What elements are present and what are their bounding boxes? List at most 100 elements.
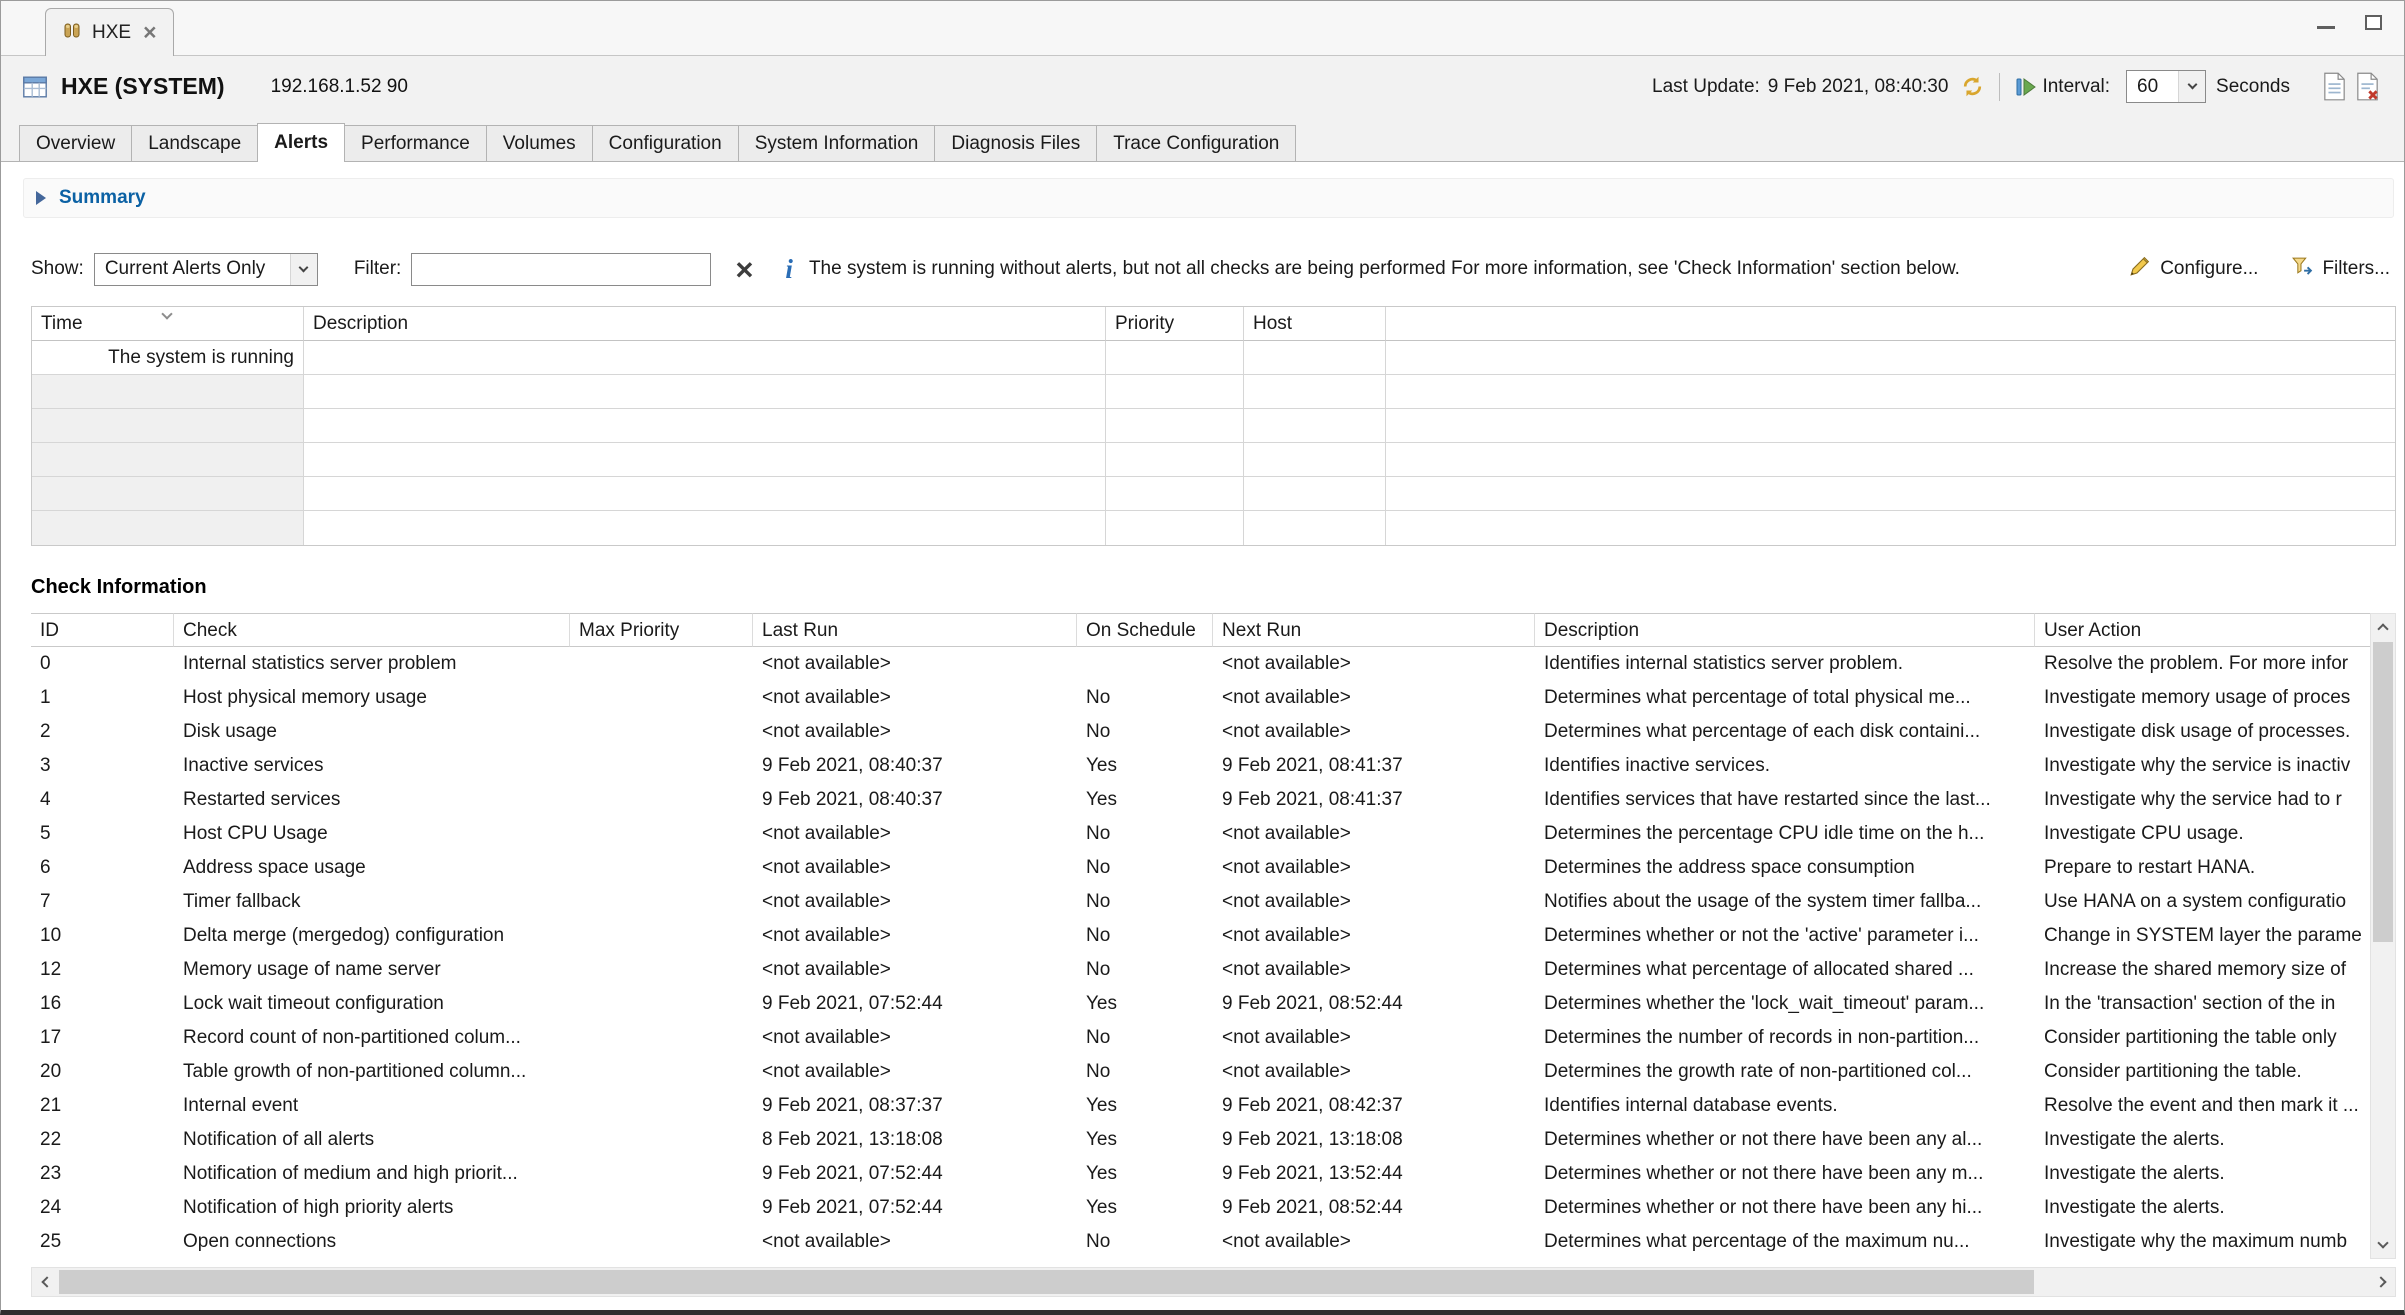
tab-system-information[interactable]: System Information	[738, 125, 936, 161]
alerts-cell-filler	[1386, 443, 2395, 477]
check-row[interactable]: 7Timer fallback<not available>No<not ava…	[31, 885, 2370, 919]
scroll-left-icon[interactable]	[32, 1268, 58, 1296]
check-cell: Host CPU Usage	[174, 817, 570, 851]
check-column-id[interactable]: ID	[31, 613, 174, 647]
scroll-right-icon[interactable]	[2369, 1268, 2395, 1296]
alerts-row[interactable]	[32, 443, 2395, 477]
check-cell: 6	[31, 851, 174, 885]
check-cell: Identifies inactive services.	[1535, 749, 2035, 783]
alerts-row[interactable]	[32, 511, 2395, 545]
check-column-check[interactable]: Check	[174, 613, 570, 647]
check-column-description[interactable]: Description	[1535, 613, 2035, 647]
alerts-row[interactable]	[32, 409, 2395, 443]
alerts-column-time[interactable]: Time	[32, 307, 304, 341]
check-row[interactable]: 17Record count of non-partitioned colum.…	[31, 1021, 2370, 1055]
maximize-icon[interactable]	[2365, 15, 2382, 30]
editor-tab-bar: HXE ×	[1, 1, 2404, 56]
check-row[interactable]: 3Inactive services9 Feb 2021, 08:40:37Ye…	[31, 749, 2370, 783]
check-cell: Notification of all alerts	[174, 1123, 570, 1157]
check-cell: Yes	[1077, 1191, 1213, 1225]
check-cell: Yes	[1077, 1157, 1213, 1191]
check-row[interactable]: 12Memory usage of name server<not availa…	[31, 953, 2370, 987]
auto-refresh-icon[interactable]	[2014, 75, 2038, 99]
check-row[interactable]: 6Address space usage<not available>No<no…	[31, 851, 2370, 885]
check-cell: Investigate the alerts.	[2035, 1191, 2370, 1225]
check-row[interactable]: 16Lock wait timeout configuration9 Feb 2…	[31, 987, 2370, 1021]
clear-filter-icon[interactable]: ×	[735, 254, 753, 285]
summary-section-header[interactable]: Summary	[23, 178, 2394, 218]
alerts-column-priority[interactable]: Priority	[1106, 307, 1244, 341]
vertical-scrollbar-thumb[interactable]	[2373, 642, 2393, 942]
check-row[interactable]: 23Notification of medium and high priori…	[31, 1157, 2370, 1191]
tab-diagnosis-files[interactable]: Diagnosis Files	[934, 125, 1097, 161]
tab-alerts[interactable]: Alerts	[257, 123, 345, 162]
check-cell: Yes	[1077, 987, 1213, 1021]
alerts-column-label: Host	[1253, 313, 1292, 334]
alerts-table: TimeDescriptionPriority Host The system is…	[31, 306, 2396, 546]
tab-volumes[interactable]: Volumes	[486, 125, 593, 161]
check-column-user-action[interactable]: User Action	[2035, 613, 2370, 647]
check-row[interactable]: 10Delta merge (mergedog) configuration<n…	[31, 919, 2370, 953]
alerts-column-host[interactable]: Host	[1244, 307, 1386, 341]
check-cell: 23	[31, 1157, 174, 1191]
cancel-log-file-icon[interactable]	[2355, 72, 2380, 101]
check-column-max-priority[interactable]: Max Priority	[570, 613, 753, 647]
tab-landscape[interactable]: Landscape	[131, 125, 258, 161]
vertical-scrollbar[interactable]	[2370, 613, 2396, 1259]
check-cell: 1	[31, 681, 174, 715]
check-row[interactable]: 4Restarted services9 Feb 2021, 08:40:37Y…	[31, 783, 2370, 817]
check-row[interactable]: 24Notification of high priority alerts9 …	[31, 1191, 2370, 1225]
check-cell: 9 Feb 2021, 08:40:37	[753, 783, 1077, 817]
filter-label: Filter:	[354, 258, 402, 280]
interval-select[interactable]: 60	[2126, 70, 2206, 103]
system-admin-icon	[21, 73, 49, 101]
check-column-last-run[interactable]: Last Run	[753, 613, 1077, 647]
minimize-icon[interactable]	[2317, 17, 2335, 29]
check-row[interactable]: 25Open connections<not available>No<not …	[31, 1225, 2370, 1259]
scroll-up-icon[interactable]	[2371, 614, 2395, 640]
alerts-cell	[1244, 443, 1386, 477]
horizontal-scrollbar[interactable]	[31, 1267, 2396, 1297]
tab-performance[interactable]: Performance	[344, 125, 487, 161]
alerts-cell	[32, 375, 304, 409]
filters-button[interactable]: Filters...	[2290, 255, 2390, 284]
refresh-icon[interactable]	[1960, 74, 1985, 99]
last-update-label: Last Update:	[1652, 76, 1760, 98]
check-row[interactable]: 22Notification of all alerts8 Feb 2021, …	[31, 1123, 2370, 1157]
check-row[interactable]: 20Table growth of non-partitioned column…	[31, 1055, 2370, 1089]
show-select[interactable]: Current Alerts Only	[94, 253, 318, 286]
check-cell: 17	[31, 1021, 174, 1055]
check-row[interactable]: 21Internal event9 Feb 2021, 08:37:37Yes9…	[31, 1089, 2370, 1123]
check-column-next-run[interactable]: Next Run	[1213, 613, 1535, 647]
check-cell: No	[1077, 953, 1213, 987]
alerts-column-description[interactable]: Description	[304, 307, 1106, 341]
alerts-row[interactable]: The system is running	[32, 341, 2395, 375]
horizontal-scrollbar-thumb[interactable]	[59, 1270, 2034, 1294]
check-row[interactable]: 1Host physical memory usage<not availabl…	[31, 681, 2370, 715]
editor-tab-hxe[interactable]: HXE ×	[45, 8, 174, 56]
check-cell: No	[1077, 919, 1213, 953]
filter-input[interactable]	[411, 253, 711, 286]
scroll-down-icon[interactable]	[2371, 1232, 2395, 1258]
header-toolbar: Last Update: 9 Feb 2021, 08:40:30 Interv…	[1652, 70, 2384, 103]
check-cell: Yes	[1077, 1123, 1213, 1157]
check-column-on-schedule[interactable]: On Schedule	[1077, 613, 1213, 647]
check-cell: Internal statistics server problem	[174, 647, 570, 681]
close-icon[interactable]: ×	[143, 21, 156, 44]
tab-configuration[interactable]: Configuration	[592, 125, 739, 161]
alerts-row[interactable]	[32, 477, 2395, 511]
check-cell: Investigate why the service is inactiv	[2035, 749, 2370, 783]
interval-select-value: 60	[2127, 76, 2168, 98]
check-row[interactable]: 5Host CPU Usage<not available>No<not ava…	[31, 817, 2370, 851]
tab-trace-configuration[interactable]: Trace Configuration	[1096, 125, 1296, 161]
check-cell: Consider partitioning the table.	[2035, 1055, 2370, 1089]
check-row[interactable]: 0Internal statistics server problem<not …	[31, 647, 2370, 681]
check-cell: 9 Feb 2021, 08:52:44	[1213, 1191, 1535, 1225]
check-cell: Yes	[1077, 749, 1213, 783]
configure-button[interactable]: Configure...	[2129, 255, 2258, 283]
tab-overview[interactable]: Overview	[19, 125, 132, 161]
log-file-icon[interactable]	[2322, 72, 2347, 101]
alerts-row[interactable]	[32, 375, 2395, 409]
check-cell: Determines what percentage of total phys…	[1535, 681, 2035, 715]
check-row[interactable]: 2Disk usage<not available>No<not availab…	[31, 715, 2370, 749]
